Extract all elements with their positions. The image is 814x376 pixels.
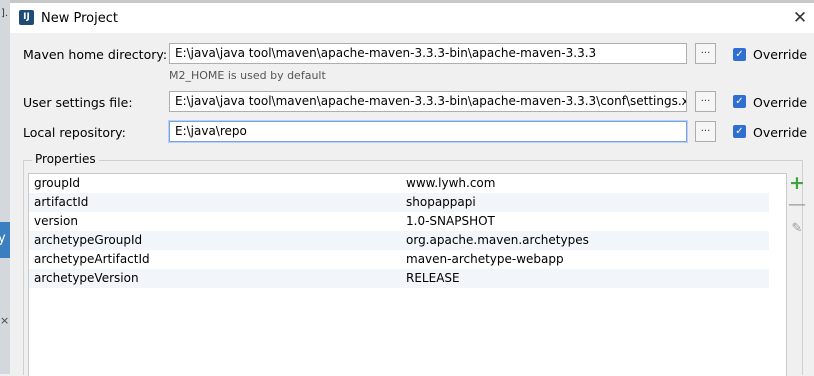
close-icon[interactable]: ✕ [790, 8, 810, 28]
table-row[interactable]: archetypeArtifactId maven-archetype-webap… [29, 250, 769, 269]
maven-home-label: Maven home directory: [23, 47, 168, 62]
user-settings-override-checkbox[interactable]: ✓ [733, 95, 746, 108]
property-value: org.apache.maven.archetypes [406, 233, 589, 247]
dialog-title: New Project [41, 11, 118, 26]
local-repo-browse-button[interactable]: ... [695, 121, 716, 142]
table-row[interactable]: archetypeVersion RELEASE [29, 269, 769, 288]
local-repo-input[interactable]: E:\java\repo [169, 121, 687, 142]
maven-home-override-checkbox[interactable]: ✓ [733, 48, 746, 61]
properties-group: Properties groupId www.lywh.com artifactId… [23, 152, 806, 376]
table-row[interactable]: artifactId shopappapi [29, 193, 769, 212]
property-value: shopappapi [406, 195, 476, 209]
local-repo-override-checkbox[interactable]: ✓ [733, 125, 746, 138]
local-repo-override-label[interactable]: Override [753, 125, 807, 140]
user-settings-override-label[interactable]: Override [753, 95, 807, 110]
background-selection: y [0, 222, 10, 258]
background-window: ]. y × [0, 0, 10, 374]
maven-home-override-label[interactable]: Override [753, 47, 807, 62]
title-bar: IJ New Project ✕ [10, 3, 814, 33]
property-value: www.lywh.com [406, 176, 496, 190]
local-repo-label: Local repository: [23, 125, 126, 140]
property-key: artifactId [34, 195, 89, 209]
property-key: version [34, 214, 78, 228]
property-value: maven-archetype-webapp [406, 252, 564, 266]
user-settings-input[interactable]: E:\java\java tool\maven\apache-maven-3.3… [169, 91, 687, 112]
property-value: RELEASE [406, 271, 460, 285]
property-value: 1.0-SNAPSHOT [406, 214, 495, 228]
properties-toolbar: + — ✎ [787, 173, 807, 253]
property-key: archetypeGroupId [34, 233, 143, 247]
maven-home-hint: M2_HOME is used by default [169, 69, 326, 82]
edit-icon[interactable]: ✎ [787, 219, 807, 239]
intellij-icon: IJ [19, 10, 34, 25]
properties-table[interactable]: groupId www.lywh.com artifactId shopappapi v… [28, 173, 787, 376]
property-key: archetypeVersion [34, 271, 139, 285]
user-settings-browse-button[interactable]: ... [695, 91, 716, 112]
table-row[interactable]: version 1.0-SNAPSHOT [29, 212, 769, 231]
user-settings-label: User settings file: [23, 95, 133, 110]
maven-home-browse-button[interactable]: ... [695, 43, 716, 64]
table-row[interactable]: archetypeGroupId org.apache.maven.archety… [29, 231, 769, 250]
property-key: groupId [34, 176, 81, 190]
remove-icon[interactable]: — [787, 195, 807, 215]
table-row[interactable]: groupId www.lywh.com [29, 174, 769, 193]
maven-home-input[interactable]: E:\java\java tool\maven\apache-maven-3.3… [169, 43, 687, 64]
new-project-dialog: IJ New Project ✕ Maven home directory: E… [10, 3, 814, 376]
properties-title: Properties [32, 152, 99, 166]
property-key: archetypeArtifactId [34, 252, 150, 266]
add-icon[interactable]: + [787, 173, 807, 193]
